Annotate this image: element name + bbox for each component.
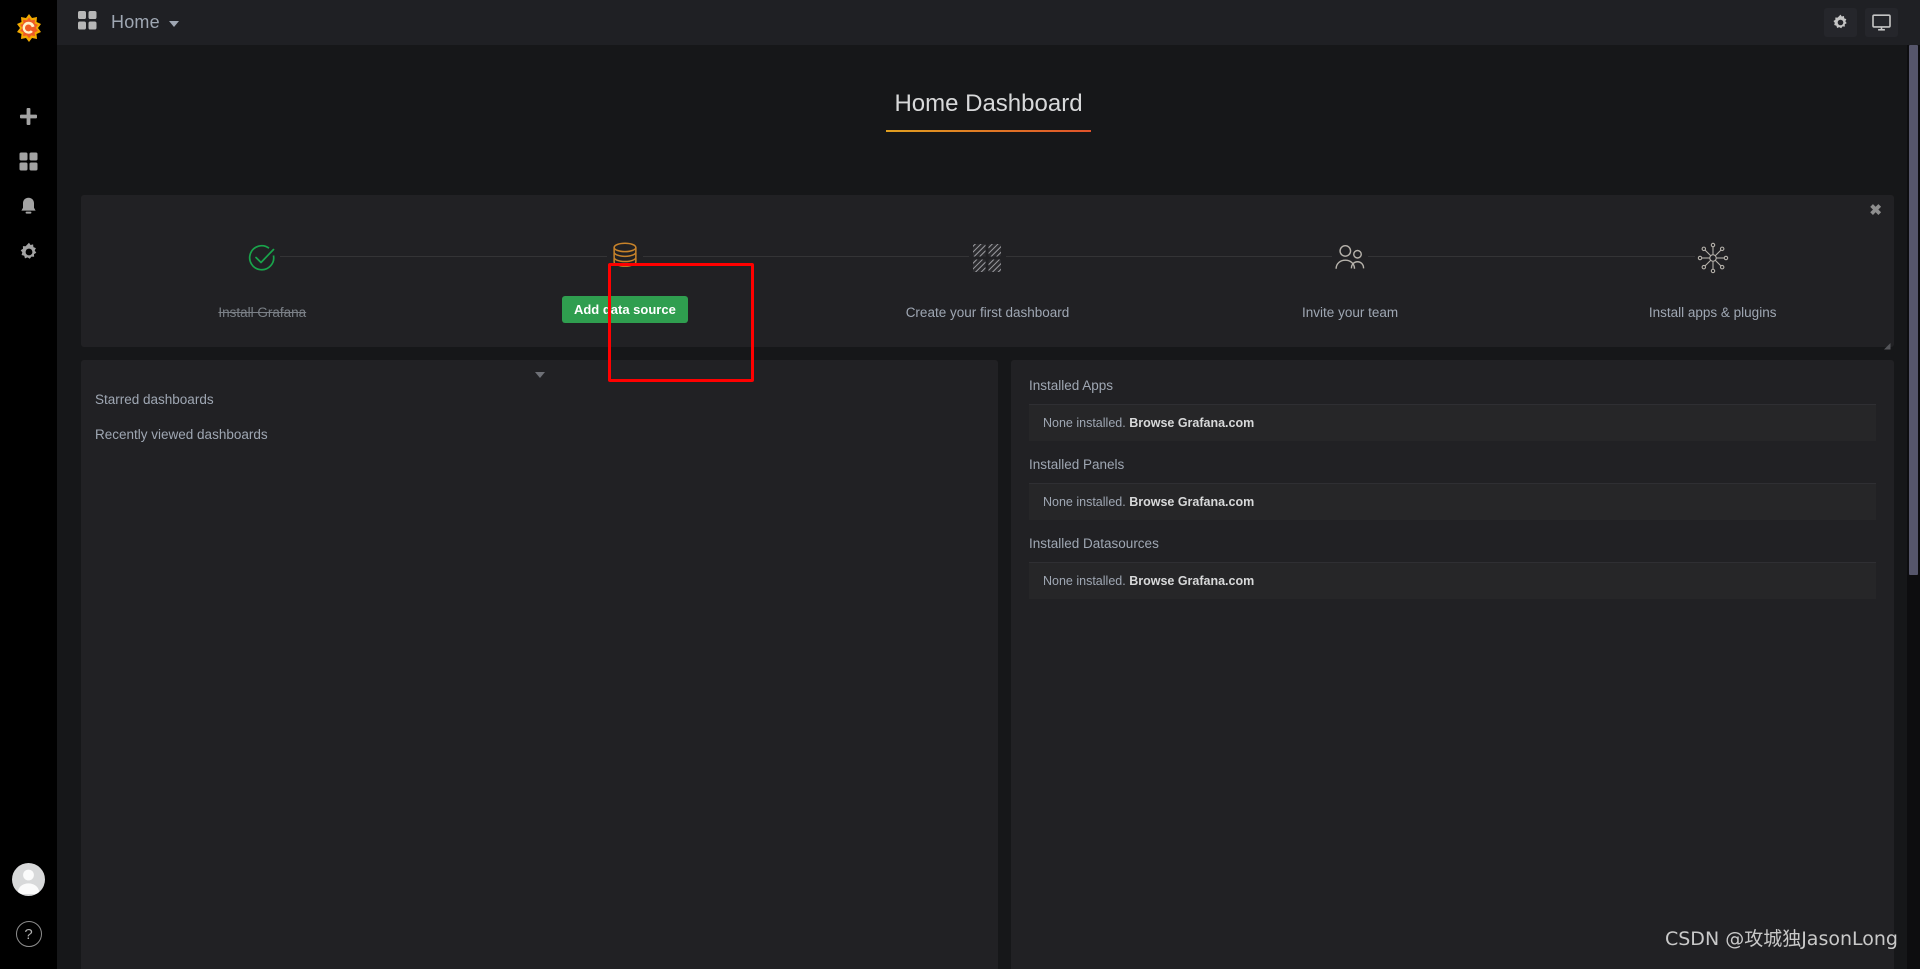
step-create-dashboard[interactable]: Create your first dashboard xyxy=(806,195,1332,347)
check-circle-icon xyxy=(247,231,277,285)
dashboard-canvas: Home Dashboard ✖ Install Grafana Add dat… xyxy=(57,45,1920,969)
dashboards-panel: Starred dashboards Recently viewed dashb… xyxy=(81,360,998,969)
panel-resize-handle[interactable] xyxy=(1883,337,1891,350)
side-navigation-rail: ? xyxy=(0,0,57,969)
empty-text: None installed. xyxy=(1043,416,1126,430)
step-connector xyxy=(1005,256,1332,257)
breadcrumb[interactable]: Home xyxy=(78,10,179,35)
starred-dashboards-label: Starred dashboards xyxy=(95,392,214,407)
installed-plugins-panel: Installed Apps None installed. Browse Gr… xyxy=(1011,360,1894,969)
help-icon[interactable]: ? xyxy=(15,921,42,947)
rail-primary-items xyxy=(0,94,57,274)
step-connector xyxy=(1368,256,1695,257)
step-label: Invite your team xyxy=(1302,304,1399,320)
browse-grafana-link[interactable]: Browse Grafana.com xyxy=(1129,574,1254,588)
recently-viewed-dashboards-label: Recently viewed dashboards xyxy=(95,427,268,442)
installed-apps-empty-row: None installed. Browse Grafana.com xyxy=(1029,404,1876,441)
installed-datasources-title: Installed Datasources xyxy=(1029,536,1159,551)
vertical-scrollbar-track[interactable] xyxy=(1907,45,1920,969)
installed-datasources-empty-row: None installed. Browse Grafana.com xyxy=(1029,562,1876,599)
dashboard-grid-icon xyxy=(971,231,1003,285)
step-install-plugins[interactable]: Install apps & plugins xyxy=(1531,195,1894,347)
sidebar-item-create[interactable] xyxy=(0,94,57,139)
step-label: Install Grafana xyxy=(218,304,307,320)
help-glyph: ? xyxy=(24,925,33,943)
navbar-actions xyxy=(1824,8,1898,37)
step-connector xyxy=(643,256,970,257)
sidebar-item-alerting[interactable] xyxy=(0,184,57,229)
step-label: Create your first dashboard xyxy=(905,304,1070,320)
page-title: Home Dashboard xyxy=(886,90,1091,132)
step-invite-team[interactable]: Invite your team xyxy=(1169,195,1695,347)
installed-apps-title: Installed Apps xyxy=(1029,378,1114,393)
grafana-logo-icon[interactable] xyxy=(8,8,49,49)
chevron-down-icon[interactable] xyxy=(534,372,545,378)
top-navbar: Home xyxy=(57,0,1920,45)
empty-text: None installed. xyxy=(1043,495,1126,509)
sidebar-item-dashboards[interactable] xyxy=(0,139,57,184)
vertical-scrollbar-thumb[interactable] xyxy=(1909,45,1918,575)
dashboard-title-area: Home Dashboard xyxy=(57,45,1920,132)
empty-text: None installed. xyxy=(1043,574,1126,588)
installed-panels-title: Installed Panels xyxy=(1029,457,1125,472)
database-icon xyxy=(608,228,642,282)
getting-started-steps: Install Grafana Add data source Create y… xyxy=(81,195,1894,347)
apps-grid-icon xyxy=(78,10,97,35)
installed-panels-empty-row: None installed. Browse Grafana.com xyxy=(1029,483,1876,520)
sidebar-item-configuration[interactable] xyxy=(0,229,57,274)
avatar[interactable] xyxy=(12,863,45,896)
step-add-data-source[interactable]: Add data source xyxy=(444,195,970,347)
rail-secondary-items: ? xyxy=(12,863,45,969)
chevron-down-icon xyxy=(168,21,179,27)
users-icon xyxy=(1333,231,1367,285)
watermark-text: CSDN @攻城独JasonLong xyxy=(1664,928,1898,950)
breadcrumb-label: Home xyxy=(111,12,160,32)
tv-kiosk-mode-button[interactable] xyxy=(1865,8,1898,37)
dashboard-settings-button[interactable] xyxy=(1824,8,1857,37)
add-data-source-button[interactable]: Add data source xyxy=(561,295,688,323)
step-label: Install apps & plugins xyxy=(1648,304,1777,320)
browse-grafana-link[interactable]: Browse Grafana.com xyxy=(1129,495,1254,509)
step-install-grafana[interactable]: Install Grafana xyxy=(81,195,607,347)
plugins-radial-icon xyxy=(1695,231,1731,285)
browse-grafana-link[interactable]: Browse Grafana.com xyxy=(1129,416,1254,430)
getting-started-panel: ✖ Install Grafana Add data source Create… xyxy=(81,195,1894,350)
step-connector xyxy=(280,256,607,257)
